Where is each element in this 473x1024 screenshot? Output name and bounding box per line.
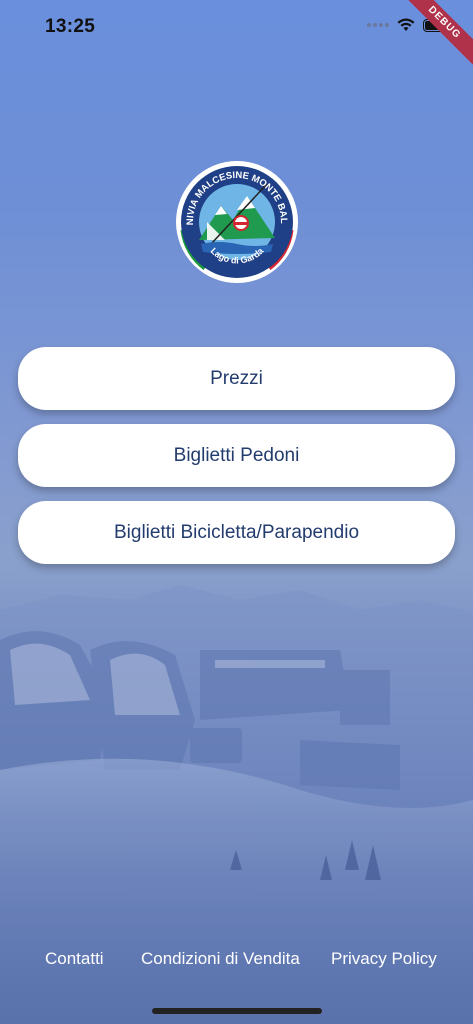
debug-banner: DEBUG [398, 0, 473, 69]
status-time: 13:25 [45, 16, 96, 37]
signal-icon [367, 23, 389, 27]
condizioni-di-vendita-link[interactable]: Condizioni di Vendita [141, 949, 300, 969]
status-bar: 13:25 DEBUG [0, 0, 473, 69]
prezzi-button[interactable]: Prezzi [18, 347, 455, 410]
biglietti-bicicletta-parapendio-button[interactable]: Biglietti Bicicletta/Parapendio [18, 501, 455, 564]
privacy-policy-link[interactable]: Privacy Policy [331, 949, 437, 969]
contatti-link[interactable]: Contatti [45, 949, 104, 969]
funivia-logo: FUNIVIA MALCESINE MONTE BALDO Lago di Ga… [175, 160, 298, 283]
home-indicator[interactable] [152, 1008, 322, 1014]
biglietti-pedoni-button[interactable]: Biglietti Pedoni [18, 424, 455, 487]
wifi-icon [397, 18, 415, 31]
footer-links: Contatti Condizioni di Vendita Privacy P… [0, 949, 473, 973]
